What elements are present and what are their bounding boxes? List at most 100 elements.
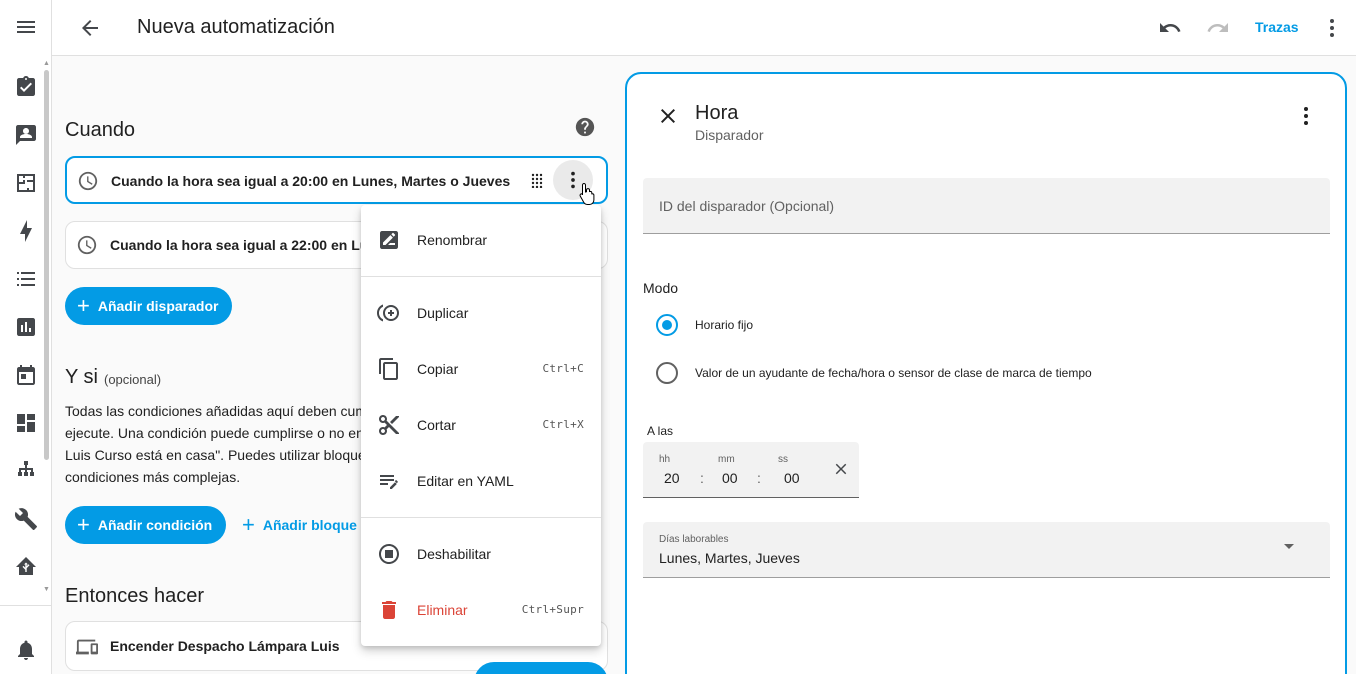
- hh-label: hh: [659, 454, 671, 465]
- sidebar: ▲ ▼: [0, 0, 52, 674]
- weekdays-label: Días laborables: [659, 534, 729, 545]
- add-condition-label: Añadir condición: [97, 517, 213, 533]
- plus-icon: +: [77, 293, 90, 318]
- at-label: A las: [647, 424, 674, 438]
- delete-icon: [377, 598, 401, 622]
- add-condition-button[interactable]: + Añadir condición: [65, 506, 227, 544]
- more-vert-icon[interactable]: [1294, 104, 1318, 128]
- editor-title: Hora: [695, 102, 739, 124]
- home-assistant-icon[interactable]: [13, 554, 39, 580]
- weekdays-value: Lunes, Martes, Jueves: [659, 550, 800, 566]
- plus-icon: +: [242, 512, 255, 537]
- scroll-down-icon[interactable]: ▼: [43, 586, 50, 593]
- menu-item-label: Editar en YAML: [417, 473, 514, 489]
- ysi-desc-line: Todas las condiciones añadidas aquí debe…: [65, 403, 367, 419]
- menu-item-shortcut: Ctrl+X: [542, 418, 584, 431]
- plus-icon: +: [77, 512, 90, 537]
- ysi-desc-line: ejecute. Una condición puede cumplirse o…: [65, 425, 364, 441]
- clock-icon: [76, 234, 98, 256]
- sidebar-divider: [0, 605, 52, 606]
- copy-icon: [377, 357, 401, 381]
- network-icon[interactable]: [13, 458, 39, 484]
- radio-fixed-time-label: Horario fijo: [695, 318, 754, 332]
- scroll-up-icon[interactable]: ▲: [43, 60, 50, 67]
- menu-icon[interactable]: [13, 14, 39, 40]
- mm-label: mm: [718, 454, 735, 465]
- duplicate-icon: [377, 301, 401, 325]
- cuando-heading: Cuando: [65, 119, 136, 141]
- add-trigger-button[interactable]: + Añadir disparador: [65, 287, 233, 325]
- trigger-id-placeholder: ID del disparador (Opcional): [659, 198, 835, 214]
- radio-helper-value[interactable]: [656, 362, 678, 384]
- menu-item-duplicate[interactable]: Duplicar: [361, 293, 601, 333]
- menu-item-edit-yaml[interactable]: Editar en YAML: [361, 461, 601, 501]
- menu-item-disable[interactable]: Deshabilitar: [361, 534, 601, 574]
- trigger-context-menu: Renombrar Duplicar Copiar Ctrl+C Cortar …: [361, 205, 601, 646]
- action-label: Encender Despacho Lámpara Luis: [110, 638, 340, 654]
- trigger-editor-panel: Hora Disparador ID del disparador (Opcio…: [625, 72, 1347, 674]
- floorplan-icon[interactable]: [13, 170, 39, 196]
- save-fab[interactable]: [474, 662, 608, 674]
- account-box-icon[interactable]: [13, 122, 39, 148]
- ysi-desc-line: Luis Curso está en casa". Puedes utiliza…: [65, 447, 366, 463]
- menu-item-label: Cortar: [417, 417, 456, 433]
- menu-item-label: Deshabilitar: [417, 546, 491, 562]
- undo-icon[interactable]: [1158, 16, 1182, 40]
- menu-item-label: Eliminar: [417, 602, 468, 618]
- menu-item-label: Duplicar: [417, 305, 469, 321]
- weekdays-select[interactable]: Días laborables Lunes, Martes, Jueves: [643, 522, 1330, 578]
- page-title: Nueva automatización: [137, 16, 335, 38]
- clipboard-icon[interactable]: [13, 74, 39, 100]
- help-icon[interactable]: [574, 116, 596, 138]
- rename-icon: [377, 228, 401, 252]
- trigger-id-field[interactable]: ID del disparador (Opcional): [643, 178, 1330, 234]
- add-block-label: Añadir bloque c: [262, 517, 369, 533]
- lightning-icon[interactable]: [13, 218, 39, 244]
- top-app-bar: Nueva automatización Trazas: [52, 0, 1356, 56]
- close-icon[interactable]: [656, 104, 680, 128]
- drag-handle-icon[interactable]: [529, 172, 545, 189]
- wrench-icon[interactable]: [13, 506, 39, 532]
- dashboard-icon[interactable]: [13, 410, 39, 436]
- back-arrow-icon[interactable]: [78, 16, 102, 40]
- trigger-card[interactable]: Cuando la hora sea igual a 20:00 en Lune…: [65, 156, 608, 204]
- ysi-desc-line: condiciones más complejas.: [65, 469, 241, 485]
- menu-item-shortcut: Ctrl+Supr: [521, 603, 584, 616]
- menu-item-cut[interactable]: Cortar Ctrl+X: [361, 405, 601, 445]
- edit-yaml-icon: [377, 469, 401, 493]
- time-separator: :: [700, 470, 704, 486]
- clear-time-icon[interactable]: [832, 460, 850, 478]
- add-trigger-label: Añadir disparador: [97, 298, 219, 314]
- time-input[interactable]: hh 20 : mm 00 : ss 00: [643, 442, 859, 498]
- more-vert-icon[interactable]: [1320, 16, 1344, 40]
- chart-icon[interactable]: [13, 314, 39, 340]
- sidebar-scrollbar[interactable]: [44, 70, 49, 460]
- calendar-icon[interactable]: [13, 362, 39, 388]
- dropdown-arrow-icon[interactable]: [1284, 544, 1294, 549]
- menu-item-rename[interactable]: Renombrar: [361, 220, 601, 260]
- menu-item-copy[interactable]: Copiar Ctrl+C: [361, 349, 601, 389]
- editor-subtitle: Disparador: [695, 127, 764, 143]
- menu-item-label: Copiar: [417, 361, 459, 377]
- menu-item-delete[interactable]: Eliminar Ctrl+Supr: [361, 590, 601, 630]
- mode-label: Modo: [643, 280, 679, 296]
- traces-button[interactable]: Trazas: [1255, 19, 1299, 35]
- redo-icon[interactable]: [1206, 16, 1230, 40]
- hh-value[interactable]: 20: [664, 470, 680, 486]
- cut-icon: [377, 413, 401, 437]
- radio-helper-value-label: Valor de un ayudante de fecha/hora o sen…: [695, 366, 1092, 380]
- mm-value[interactable]: 00: [722, 470, 738, 486]
- ysi-heading: Y si: [65, 366, 98, 388]
- hand-cursor-icon: [578, 182, 598, 206]
- ysi-optional-label: (opcional): [104, 372, 162, 387]
- trigger-label: Cuando la hora sea igual a 22:00 en Lune: [110, 237, 385, 253]
- disable-icon: [377, 542, 401, 566]
- add-block-button[interactable]: + Añadir bloque c: [242, 512, 369, 538]
- menu-divider: [361, 517, 601, 518]
- menu-divider: [361, 276, 601, 277]
- bell-icon[interactable]: [13, 637, 39, 663]
- list-icon[interactable]: [13, 266, 39, 292]
- ss-value[interactable]: 00: [784, 470, 800, 486]
- ss-label: ss: [778, 454, 788, 465]
- radio-fixed-time[interactable]: [656, 314, 678, 336]
